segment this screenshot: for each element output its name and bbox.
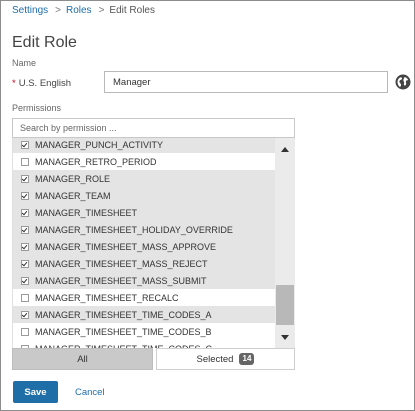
globe-icon[interactable] [395,74,411,90]
permission-label: MANAGER_RETRO_PERIOD [35,156,157,167]
scroll-down-arrow-icon[interactable] [281,335,289,340]
permission-checkbox[interactable] [21,242,29,251]
permission-label: MANAGER_TIMESHEET_TIME_CODES_B [35,326,212,337]
permission-row[interactable]: MANAGER_RETRO_PERIOD [13,153,275,170]
scroll-up-arrow-icon[interactable] [281,147,289,152]
permission-row[interactable]: MANAGER_TIMESHEET_MASS_APPROVE [13,238,275,255]
permission-label: MANAGER_TIMESHEET_MASS_REJECT [35,258,208,269]
permission-list: MANAGER_PUNCH_ACTIVITY MANAGER_RETRO_PERI… [12,138,275,348]
breadcrumb: Settings > Roles > Edit Roles [12,5,155,16]
name-section-label: Name [12,58,37,68]
language-label: * U.S. English [12,78,71,89]
role-name-input[interactable] [104,71,388,93]
permission-search-input[interactable] [12,118,295,138]
permission-checkbox[interactable] [21,225,29,234]
permission-row[interactable]: MANAGER_TIMESHEET_TIME_CODES_A [13,306,275,323]
selected-count-badge: 14 [239,353,255,365]
permission-label: MANAGER_TIMESHEET_RECALC [35,292,179,303]
cancel-link[interactable]: Cancel [75,387,105,398]
edit-role-panel: Settings > Roles > Edit Roles Edit Role Name… [0,0,415,411]
tab-selected-label: Selected [196,353,234,365]
breadcrumb-roles-link[interactable]: Roles [66,5,92,16]
breadcrumb-current: Edit Roles [109,5,155,16]
permission-checkbox[interactable] [21,157,29,166]
permission-row[interactable]: MANAGER_TIMESHEET_TIME_CODES_C [13,340,275,348]
permission-label: MANAGER_TEAM [35,190,111,201]
permission-label: MANAGER_PUNCH_ACTIVITY [35,139,164,150]
permission-label: MANAGER_TIMESHEET_HOLIDAY_OVERRIDE [35,224,233,235]
permission-label: MANAGER_ROLE [35,173,111,184]
permission-checkbox[interactable] [21,208,29,217]
tab-all-label: All [77,353,88,365]
breadcrumb-settings-link[interactable]: Settings [12,5,48,16]
permission-row[interactable]: MANAGER_TEAM [13,187,275,204]
permission-checkbox[interactable] [21,174,29,183]
permissions-label: Permissions [12,103,62,113]
permission-label: MANAGER_TIMESHEET [35,207,138,218]
permission-checkbox[interactable] [21,259,29,268]
permission-checkbox[interactable] [21,310,29,319]
permission-checkbox[interactable] [21,140,29,149]
scroll-thumb[interactable] [276,285,294,325]
permission-checkbox[interactable] [21,327,29,336]
permission-list-scrollbar[interactable] [275,138,295,348]
required-marker: * [12,78,16,89]
permission-checkbox[interactable] [21,191,29,200]
permission-label: MANAGER_TIMESHEET_MASS_APPROVE [35,241,217,252]
language-label-text: U.S. English [18,78,71,89]
permission-label: MANAGER_TIMESHEET_TIME_CODES_A [35,309,212,320]
permission-row[interactable]: MANAGER_TIMESHEET_TIME_CODES_B [13,323,275,340]
permission-checkbox[interactable] [21,293,29,302]
permission-checkbox[interactable] [21,276,29,285]
tab-selected[interactable]: Selected 14 [156,348,295,370]
tab-all[interactable]: All [12,348,153,370]
permission-row[interactable]: MANAGER_TIMESHEET [13,204,275,221]
permission-label: MANAGER_TIMESHEET_MASS_SUBMIT [35,275,207,286]
breadcrumb-separator: > [98,5,105,16]
permission-row[interactable]: MANAGER_TIMESHEET_MASS_REJECT [13,255,275,272]
permission-row[interactable]: MANAGER_TIMESHEET_RECALC [13,289,275,306]
permission-row[interactable]: MANAGER_PUNCH_ACTIVITY [13,138,275,153]
page-title: Edit Role [12,34,77,51]
breadcrumb-separator: > [55,5,61,16]
permission-row[interactable]: MANAGER_TIMESHEET_HOLIDAY_OVERRIDE [13,221,275,238]
save-button[interactable]: Save [13,381,58,403]
permission-row[interactable]: MANAGER_TIMESHEET_MASS_SUBMIT [13,272,275,289]
permission-row[interactable]: MANAGER_ROLE [13,170,275,187]
